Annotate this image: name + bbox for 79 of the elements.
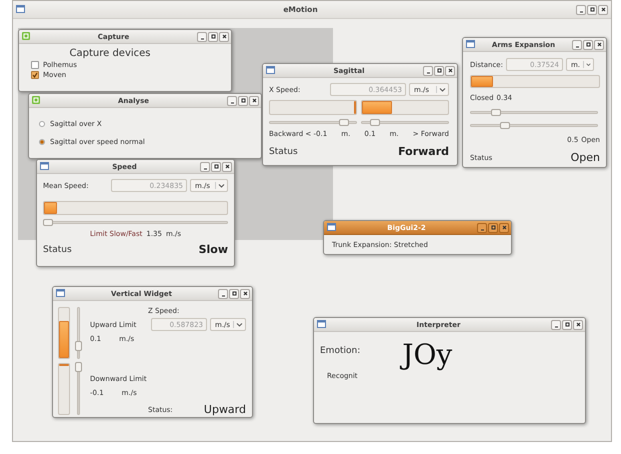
status-label: Status — [43, 244, 72, 254]
minimize-button[interactable] — [200, 162, 210, 172]
slider-handle[interactable] — [42, 219, 53, 226]
close-icon — [600, 6, 606, 13]
slider-handle[interactable] — [74, 340, 82, 350]
close-button[interactable] — [445, 66, 455, 76]
maximize-button[interactable] — [587, 4, 597, 14]
close-icon — [242, 290, 248, 297]
maximize-icon — [240, 97, 246, 104]
minimize-button[interactable] — [477, 222, 487, 232]
close-icon — [500, 224, 508, 231]
close-button[interactable] — [598, 4, 608, 14]
close-icon — [574, 321, 582, 328]
slider-handle[interactable] — [338, 119, 349, 126]
checkmark-icon — [32, 72, 38, 78]
chevron-down-icon — [436, 86, 446, 93]
window-icon — [317, 320, 326, 328]
minimize-button[interactable] — [423, 66, 433, 76]
close-icon — [220, 33, 228, 40]
close-button[interactable] — [594, 40, 604, 50]
minimize-button[interactable] — [218, 288, 228, 298]
maximize-button[interactable] — [238, 96, 248, 106]
close-button[interactable] — [499, 222, 509, 232]
qt-logo-icon — [22, 32, 30, 40]
emotion-value: JOy — [402, 340, 452, 370]
slider-handle[interactable] — [370, 119, 380, 126]
window-icon — [327, 222, 336, 230]
window-icon — [40, 162, 49, 170]
close-icon — [250, 97, 258, 104]
slider-handle[interactable] — [500, 122, 510, 129]
slider-handle[interactable] — [74, 362, 82, 372]
status-value: Upward — [204, 403, 246, 416]
status-value: Slow — [198, 243, 228, 256]
window-icon — [56, 288, 65, 296]
close-button[interactable] — [240, 288, 250, 298]
chevron-down-icon — [583, 61, 591, 68]
status-value: Forward — [398, 145, 449, 158]
maximize-icon — [436, 67, 442, 74]
maximize-button[interactable] — [488, 222, 498, 232]
close-icon — [596, 41, 602, 48]
window-icon — [16, 4, 25, 12]
maximize-icon — [490, 224, 496, 231]
minimize-button[interactable] — [576, 4, 586, 14]
minimize-button[interactable] — [197, 32, 207, 42]
minimize-button[interactable] — [572, 40, 582, 50]
status-value: Open — [570, 151, 600, 164]
maximize-button[interactable] — [229, 288, 239, 298]
minimize-button[interactable] — [551, 320, 561, 330]
maximize-icon — [584, 41, 592, 48]
checkbox[interactable] — [31, 71, 39, 79]
section-heading: Capture devices — [70, 48, 150, 59]
window-icon — [466, 40, 475, 48]
maximize-button[interactable] — [583, 40, 593, 50]
maximize-button[interactable] — [211, 162, 221, 172]
maximize-icon — [230, 290, 238, 297]
close-button[interactable] — [573, 320, 583, 330]
close-button[interactable] — [249, 96, 259, 106]
maximize-button[interactable] — [208, 32, 218, 42]
close-icon — [224, 163, 230, 170]
minimize-button[interactable] — [227, 96, 237, 106]
maximize-icon — [212, 163, 220, 170]
radio-button[interactable] — [39, 121, 45, 127]
qt-logo-icon — [32, 96, 40, 104]
window-icon — [266, 66, 275, 74]
maximize-icon — [210, 33, 216, 40]
radio-button[interactable] — [39, 139, 45, 145]
maximize-button[interactable] — [434, 66, 444, 76]
checkbox[interactable] — [31, 61, 39, 69]
maximize-icon — [564, 321, 570, 328]
close-icon — [446, 67, 454, 74]
slider-handle[interactable] — [491, 109, 502, 116]
chevron-down-icon — [233, 321, 243, 328]
maximize-button[interactable] — [562, 320, 572, 330]
maximize-icon — [588, 6, 596, 13]
emotion-label: Emotion: — [320, 346, 360, 356]
status-label: Status — [269, 146, 298, 156]
close-button[interactable] — [219, 32, 229, 42]
close-button[interactable] — [222, 162, 232, 172]
chevron-down-icon — [215, 182, 225, 189]
